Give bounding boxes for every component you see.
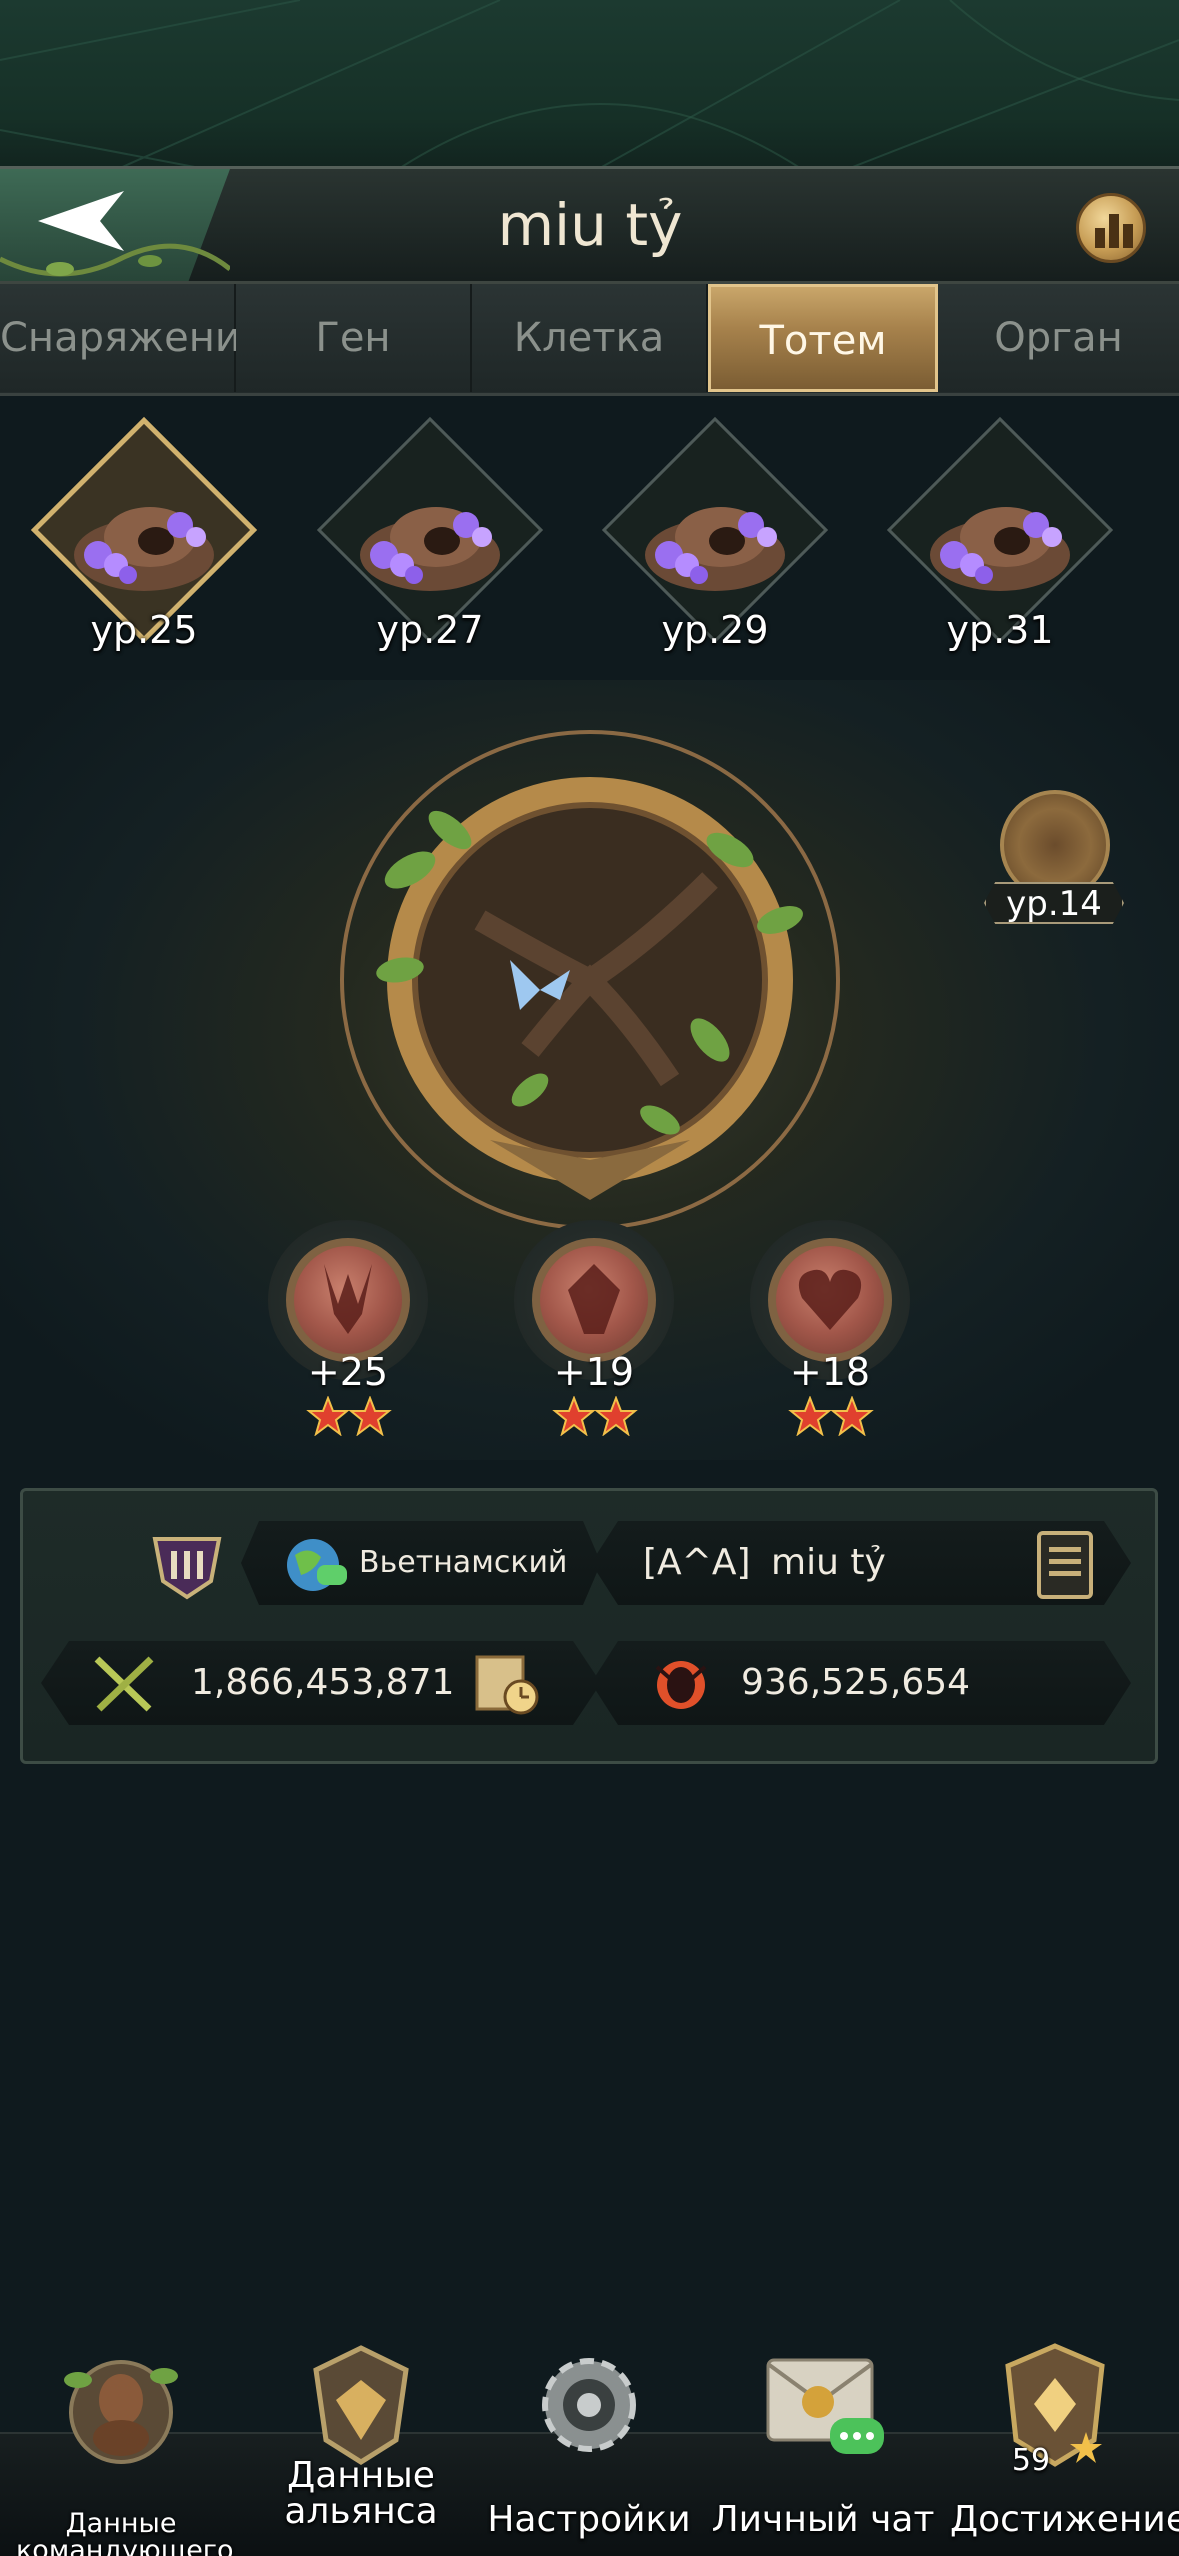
side-totem-badge[interactable]: ур.14 [980,790,1124,940]
commander-icon [64,2360,178,2464]
star-rating-icon [306,1396,392,1436]
tab-bar: Снаряжение Ген Клетка Тотем Орган [0,284,1179,396]
totem-level: ур.31 [946,608,1054,652]
tab-organ[interactable]: Орган [938,284,1179,392]
nav-label: Достижение [950,2499,1179,2540]
totem-level: ур.27 [376,608,484,652]
top-decoration [0,0,1179,168]
totem-thumb-4[interactable]: ур.31 [886,416,1114,670]
ranking-button[interactable] [1076,193,1146,263]
star-rating-icon [788,1396,874,1436]
medal-face [768,1238,892,1362]
nav-alliance-data[interactable]: Данные альянса [256,2340,466,2556]
alliance-icon [313,2345,409,2465]
nav-achievement[interactable]: 59 Достижение [950,2340,1179,2556]
kills-value: 936,525,654 [741,1662,971,1703]
totem-thumb-3[interactable]: ур.29 [601,416,829,670]
tab-totem[interactable]: Тотем [708,284,938,392]
crossed-swords-icon [94,1656,154,1712]
nav-label: Настройки [487,2499,691,2540]
tab-gene[interactable]: Ген [236,284,472,392]
mushroom-rock-icon [645,507,785,591]
totem-thumb-2[interactable]: ур.27 [316,416,544,670]
nav-label: Данные командующего [16,2508,234,2556]
ant-kills-icon [655,1661,707,1709]
medal-face [532,1238,656,1362]
vine-decoration-icon [0,243,230,277]
attribute-medal-3[interactable]: +18 [740,1220,920,1450]
attribute-value: +18 [789,1350,871,1394]
bar-chart-icon [1095,214,1133,248]
nav-label: Данные альянса [284,2455,438,2532]
player-info-panel: Вьетнамский [A^A] miu tỷ 1,866,453,871 9… [20,1488,1158,1764]
player-name: miu tỷ [771,1542,886,1583]
mushroom-rock-icon [930,507,1070,591]
nav-settings[interactable]: Настройки [484,2340,694,2556]
mail-chat-icon [766,2358,884,2454]
document-icon[interactable] [1033,1529,1097,1601]
attribute-medal-2[interactable]: +19 [504,1220,684,1450]
alliance-tag: [A^A] [643,1542,751,1583]
rank-emblem-icon [152,1537,222,1600]
language-label: Вьетнамский [359,1545,568,1580]
mushroom-rock-icon [360,507,500,591]
scroll-clock-icon[interactable] [471,1651,541,1717]
totem-level: ур.29 [661,608,769,652]
achievement-count-badge: 59 [1011,2443,1051,2478]
star-rating-icon [552,1396,638,1436]
gear-icon [542,2358,636,2452]
totem-level: ур.25 [90,608,198,652]
nav-commander-data[interactable]: Данные командующего [16,2340,234,2556]
totem-emblem-icon [340,730,840,1230]
mushroom-rock-icon [74,507,214,591]
claw-icon [324,1264,372,1334]
attribute-value: +19 [553,1350,635,1394]
nav-private-chat[interactable]: Личный чат [708,2340,938,2556]
gem-icon [568,1264,620,1334]
nav-label: Личный чат [711,2499,935,2540]
side-totem-level: ур.14 [984,882,1124,924]
totem-thumb-1[interactable]: ур.25 [30,416,258,670]
attribute-medal-1[interactable]: +25 [258,1220,438,1450]
attribute-value: +25 [307,1350,389,1394]
power-value: 1,866,453,871 [191,1662,455,1703]
header-bar: miu tỷ [0,166,1179,284]
page-title: miu tỷ [497,191,683,259]
medal-face [286,1238,410,1362]
tab-equipment[interactable]: Снаряжение [0,284,265,392]
heart-icon [798,1269,862,1330]
globe-chat-icon [287,1539,347,1591]
tab-cell[interactable]: Клетка [472,284,708,392]
